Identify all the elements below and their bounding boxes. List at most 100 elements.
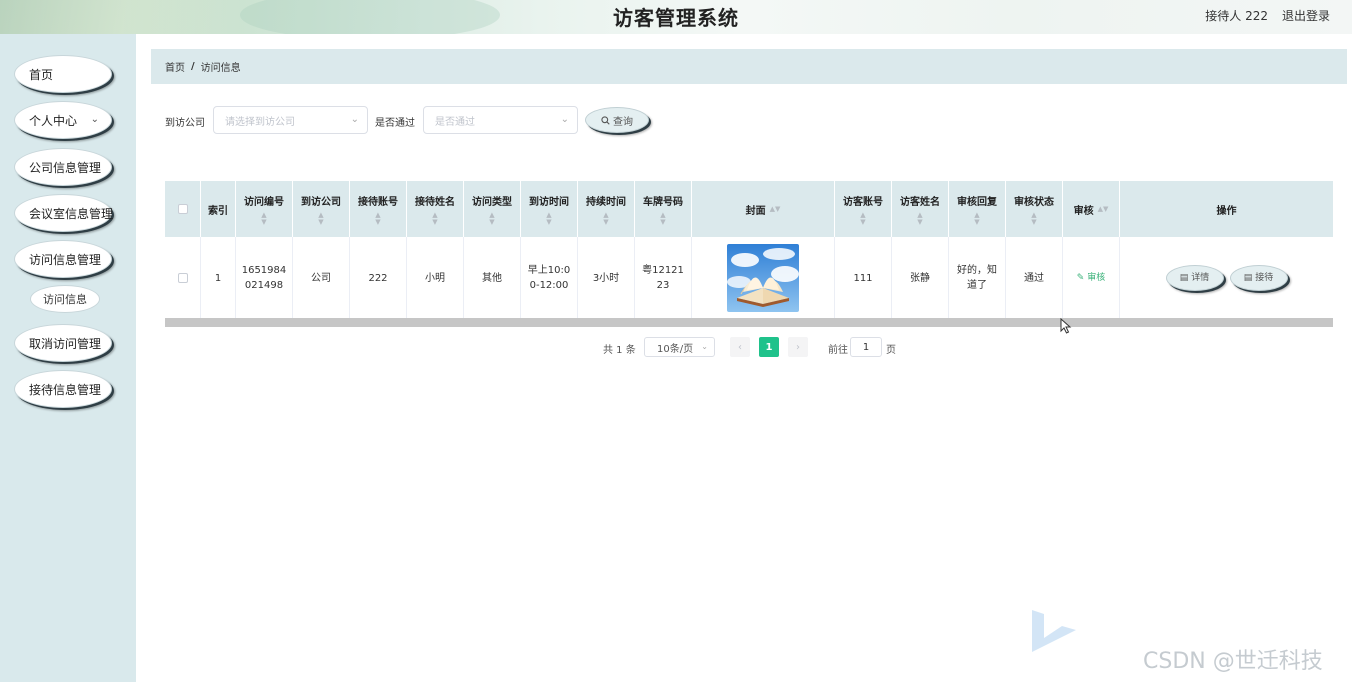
- column-header[interactable]: 访问类型 ▲ ▼: [464, 181, 521, 237]
- reception-button-label: 接待: [1255, 272, 1274, 283]
- column-header-label: 审核: [1073, 205, 1094, 217]
- column-header-label: 持续时间: [586, 196, 626, 208]
- table-row: 1 1651984021498 公司 222 小明 其他 早上10:00-12:…: [165, 237, 1333, 319]
- chevron-down-icon: ⌄: [350, 114, 359, 125]
- sidebar-item-reception-info[interactable]: 接待信息管理: [14, 370, 112, 408]
- column-header[interactable]: 访客姓名 ▲ ▼: [892, 181, 949, 237]
- sidebar-item-company-info[interactable]: 公司信息管理: [14, 148, 112, 186]
- column-header-label: 到访公司: [301, 196, 341, 208]
- column-header[interactable]: 到访时间 ▲ ▼: [521, 181, 578, 237]
- audit-reply-cell: 好的，知道了: [949, 237, 1006, 319]
- reception-button[interactable]: ▤ 接待: [1229, 265, 1288, 291]
- chevron-down-icon: ⌄: [90, 114, 99, 125]
- sort-icon[interactable]: ▲▼: [489, 211, 494, 226]
- next-page-button[interactable]: ›: [788, 337, 808, 357]
- sidebar-subitem-visit-info[interactable]: 访问信息: [30, 285, 100, 313]
- select-all-column: [165, 181, 201, 237]
- sort-icon[interactable]: ▲▼: [375, 211, 380, 226]
- column-header-label: 索引: [208, 205, 228, 217]
- passed-select-placeholder: 是否通过: [435, 116, 475, 128]
- edit-icon: ✎: [1076, 272, 1085, 283]
- page-number-button[interactable]: 1: [759, 337, 779, 357]
- pagination-total: 共 1 条: [603, 345, 636, 356]
- breadcrumb-home[interactable]: 首页: [165, 59, 185, 74]
- row-checkbox[interactable]: [177, 273, 188, 283]
- watermark-text: CSDN @世迁科技: [1143, 649, 1323, 674]
- column-header-label: 访问类型: [472, 196, 512, 208]
- audit-link[interactable]: ✎ 审核: [1077, 271, 1105, 286]
- page-size-value: 10条/页: [657, 343, 694, 355]
- page-size-select[interactable]: 10条/页 ⌄: [644, 337, 715, 357]
- select-all-checkbox[interactable]: [177, 204, 188, 214]
- visit-table: 索引 访问编号 ▲ ▼ 到访公司 ▲ ▼ 接待账号 ▲ ▼ 接待姓名 ▲ ▼ 访问类型 …: [165, 181, 1333, 327]
- column-header[interactable]: 车牌号码 ▲ ▼: [635, 181, 692, 237]
- goto-page-input[interactable]: 1: [850, 337, 882, 357]
- visit-no-cell: 1651984021498: [236, 237, 293, 319]
- column-header-label: 到访时间: [529, 196, 569, 208]
- sidebar-item-label: 访问信息: [43, 293, 87, 306]
- sidebar-item-cancel-visit[interactable]: 取消访问管理: [14, 324, 112, 362]
- column-header[interactable]: 封面 ▲▼: [692, 181, 835, 237]
- sort-icon[interactable]: ▲▼: [860, 211, 865, 226]
- column-header-label: 接待账号: [358, 196, 398, 208]
- query-button-label: 查询: [613, 116, 633, 128]
- column-header[interactable]: 审核状态 ▲ ▼: [1006, 181, 1063, 237]
- sidebar-item-home[interactable]: 首页: [14, 55, 112, 93]
- sort-icon[interactable]: ▲▼: [974, 211, 979, 226]
- reception-account-cell: 222: [350, 237, 407, 319]
- logout-link[interactable]: 退出登录: [1282, 7, 1330, 24]
- column-header[interactable]: 访问编号 ▲ ▼: [236, 181, 293, 237]
- company-select[interactable]: 请选择到访公司 ⌄: [213, 106, 368, 134]
- horizontal-scrollbar[interactable]: [165, 318, 1333, 327]
- sidebar-item-label: 会议室信息管理: [29, 206, 114, 221]
- index-cell: 1: [201, 237, 236, 319]
- sort-icon[interactable]: ▲▼: [546, 211, 551, 226]
- row-select-cell: [165, 237, 201, 319]
- sort-icon[interactable]: ▲▼: [660, 211, 665, 226]
- sidebar-item-personal-center[interactable]: 个人中心 ⌄: [14, 101, 112, 139]
- chevron-down-icon: ⌄: [701, 342, 708, 351]
- sort-icon[interactable]: ▲▼: [1098, 205, 1109, 213]
- column-header[interactable]: 审核回复 ▲ ▼: [949, 181, 1006, 237]
- column-header[interactable]: 访客账号 ▲ ▼: [835, 181, 892, 237]
- sort-icon[interactable]: ▲▼: [1031, 211, 1036, 226]
- sidebar-item-visit-management[interactable]: 访问信息管理: [14, 240, 112, 278]
- column-header[interactable]: 到访公司 ▲ ▼: [293, 181, 350, 237]
- sidebar-item-meeting-room[interactable]: 会议室信息管理: [14, 194, 114, 232]
- document-icon: ▤: [1243, 272, 1253, 283]
- sort-icon[interactable]: ▲▼: [318, 211, 323, 226]
- csdn-logo-icon: [1032, 610, 1076, 652]
- visitor-account-cell: 111: [835, 237, 892, 319]
- sidebar-item-label: 接待信息管理: [29, 382, 102, 397]
- column-header[interactable]: 接待账号 ▲ ▼: [350, 181, 407, 237]
- column-header-label: 封面: [745, 205, 766, 217]
- detail-button-label: 详情: [1191, 272, 1210, 283]
- query-button[interactable]: 查询: [585, 107, 649, 133]
- column-header-label: 操作: [1216, 205, 1237, 217]
- sort-icon[interactable]: ▲▼: [432, 211, 437, 226]
- prev-page-button[interactable]: ‹: [730, 337, 750, 357]
- column-header: 索引: [201, 181, 236, 237]
- chevron-left-icon: ‹: [738, 341, 742, 353]
- column-header[interactable]: 审核 ▲▼: [1063, 181, 1120, 237]
- company-select-placeholder: 请选择到访公司: [225, 116, 295, 128]
- company-cell: 公司: [293, 237, 350, 319]
- sort-icon[interactable]: ▲▼: [261, 211, 266, 226]
- reception-name-cell: 小明: [407, 237, 464, 319]
- audit-status-cell: 通过: [1006, 237, 1063, 319]
- cover-image[interactable]: [727, 244, 799, 312]
- goto-label: 前往: [828, 345, 848, 356]
- chevron-down-icon: ⌄: [560, 114, 569, 125]
- sort-icon[interactable]: ▲▼: [603, 211, 608, 226]
- sort-icon[interactable]: ▲▼: [917, 211, 922, 226]
- top-header: 访客管理系统 接待人 222 退出登录: [0, 0, 1352, 34]
- column-header-label: 访客账号: [843, 196, 883, 208]
- passed-select[interactable]: 是否通过 ⌄: [423, 106, 578, 134]
- current-user-label: 接待人 222: [1205, 9, 1268, 23]
- column-header[interactable]: 持续时间 ▲ ▼: [578, 181, 635, 237]
- sort-icon[interactable]: ▲▼: [770, 205, 781, 213]
- column-header[interactable]: 接待姓名 ▲ ▼: [407, 181, 464, 237]
- detail-button[interactable]: ▤ 详情: [1165, 265, 1224, 291]
- column-header-label: 审核状态: [1014, 196, 1054, 208]
- audit-cell: ✎ 审核: [1063, 237, 1120, 319]
